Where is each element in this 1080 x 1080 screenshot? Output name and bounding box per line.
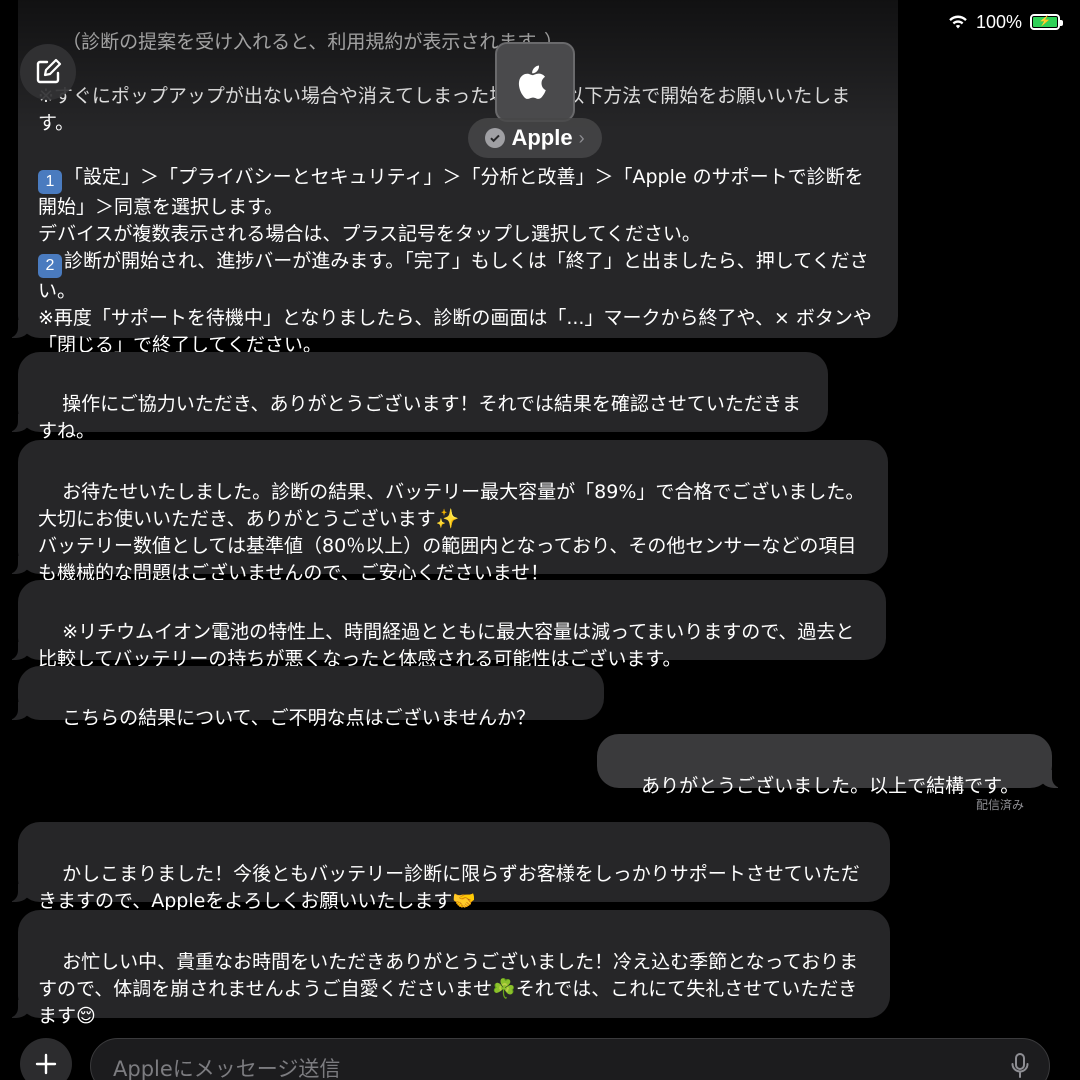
contact-name: Apple: [511, 125, 573, 150]
message-text: お忙しい中、貴重なお時間をいただきありがとうございました！冷え込む季節となってお…: [38, 951, 859, 1027]
message-bubble-incoming: お忙しい中、貴重なお時間をいただきありがとうございました！冷え込む季節となってお…: [8, 910, 890, 1027]
delivery-status: 配信済み: [975, 798, 1024, 812]
message-text: こちらの結果について、ご不明な点はございませんか？: [62, 707, 536, 729]
microphone-icon[interactable]: [1011, 1053, 1029, 1079]
message-bubble-incoming: （診断の提案を受け入れると、利用規約が表示されます。） ※すぐにポップアップが出…: [8, 0, 898, 356]
plus-icon: [35, 1053, 57, 1075]
keycap-2-icon: 2: [38, 254, 62, 278]
message-bubble-outgoing: ありがとうございました。以上で結構です。: [597, 734, 1062, 797]
message-text: かしこまりました！今後ともバッテリー診断に限らずお客様をしっかりサポートさせてい…: [38, 863, 860, 912]
compose-button[interactable]: [20, 44, 76, 100]
message-text: ありがとうございました。以上で結構です。: [641, 775, 1020, 797]
conversation-header[interactable]: Apple ›: [468, 42, 602, 158]
message-bubble-incoming: かしこまりました！今後ともバッテリー診断に限らずお客様をしっかりサポートさせてい…: [8, 822, 890, 912]
add-attachment-button[interactable]: [20, 1038, 72, 1080]
keycap-1-icon: 1: [38, 170, 62, 194]
message-bubble-incoming: 操作にご協力いただき、ありがとうございます！それでは結果を確認させていただきます…: [8, 352, 828, 442]
message-bubble-incoming: ※リチウムイオン電池の特性上、時間経過とともに最大容量は減ってまいりますので、過…: [8, 580, 886, 670]
message-text: 「設定」＞「プライバシーとセキュリティ」＞「分析と改善」＞「Apple のサポー…: [38, 166, 864, 245]
contact-avatar[interactable]: [495, 42, 575, 122]
message-input-placeholder: Appleにメッセージ送信: [113, 1057, 341, 1080]
chevron-right-icon: ›: [578, 127, 585, 148]
message-text: 操作にご協力いただき、ありがとうございます！それでは結果を確認させていただきます…: [38, 393, 801, 442]
message-input[interactable]: Appleにメッセージ送信: [90, 1038, 1050, 1080]
message-text: 診断が開始され、進捗バーが進みます。「完了」もしくは「終了」と出ましたら、押して…: [38, 250, 872, 356]
message-text: お待たせいたしました。診断の結果、バッテリー最大容量が「89%」で合格でございま…: [38, 481, 865, 584]
contact-name-pill[interactable]: Apple ›: [468, 118, 602, 158]
message-bubble-incoming: こちらの結果について、ご不明な点はございませんか？: [8, 666, 604, 729]
message-input-bar: Appleにメッセージ送信: [0, 1030, 1080, 1080]
apple-logo-icon: [518, 65, 546, 99]
message-text: （診断の提案を受け入れると、利用規約が表示されます。） ※すぐにポップアップが出…: [38, 31, 851, 134]
compose-icon: [36, 58, 62, 84]
verified-badge-icon: [485, 128, 506, 148]
message-text: ※リチウムイオン電池の特性上、時間経過とともに最大容量は減ってまいりますので、過…: [38, 621, 855, 670]
message-bubble-incoming: お待たせいたしました。診断の結果、バッテリー最大容量が「89%」で合格でございま…: [8, 440, 888, 584]
